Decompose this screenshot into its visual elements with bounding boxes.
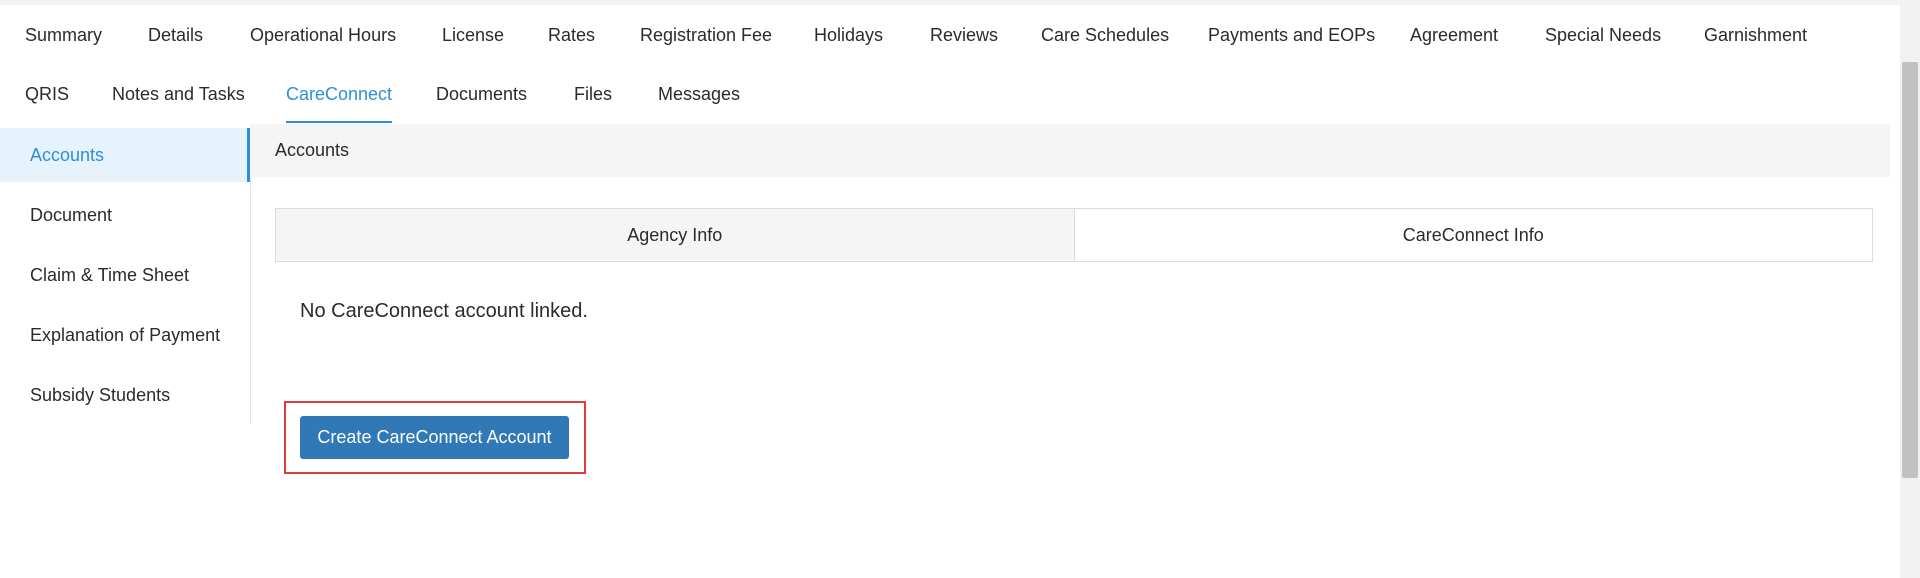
- tab-files[interactable]: Files: [574, 65, 612, 123]
- sidebar: Accounts Document Claim & Time Sheet Exp…: [0, 124, 251, 424]
- tab-rates[interactable]: Rates: [548, 6, 595, 64]
- tab-details[interactable]: Details: [148, 6, 203, 64]
- tab-reviews[interactable]: Reviews: [930, 6, 998, 64]
- scrollbar-thumb[interactable]: [1902, 62, 1918, 478]
- tab-special-needs[interactable]: Special Needs: [1545, 6, 1661, 64]
- tab-garnishment[interactable]: Garnishment: [1704, 6, 1807, 64]
- sidebar-item-claim-time-sheet[interactable]: Claim & Time Sheet: [0, 248, 250, 302]
- tab-messages[interactable]: Messages: [658, 65, 740, 123]
- tab-documents[interactable]: Documents: [436, 65, 527, 123]
- tab-payments-and-eops[interactable]: Payments and EOPs: [1208, 6, 1375, 64]
- tab-bar-row-1: Summary Details Operational Hours Licens…: [0, 6, 1890, 64]
- tab-operational-hours[interactable]: Operational Hours: [250, 6, 396, 64]
- tab-notes-and-tasks[interactable]: Notes and Tasks: [112, 65, 245, 123]
- create-careconnect-account-button[interactable]: Create CareConnect Account: [300, 416, 569, 459]
- sub-tab-bar: Agency Info CareConnect Info: [275, 208, 1873, 262]
- tab-bar-row-2: QRIS Notes and Tasks CareConnect Documen…: [0, 65, 1890, 123]
- tab-registration-fee[interactable]: Registration Fee: [640, 6, 772, 64]
- sidebar-item-subsidy-students[interactable]: Subsidy Students: [0, 368, 250, 422]
- tab-qris[interactable]: QRIS: [25, 65, 69, 123]
- sidebar-item-explanation-of-payment[interactable]: Explanation of Payment: [0, 308, 250, 362]
- sidebar-item-accounts[interactable]: Accounts: [0, 128, 250, 182]
- panel-title: Accounts: [275, 140, 350, 160]
- panel-header: Accounts: [250, 124, 1890, 177]
- tab-care-schedules[interactable]: Care Schedules: [1041, 6, 1169, 64]
- sub-tab-agency-info[interactable]: Agency Info: [276, 209, 1075, 261]
- tab-agreement[interactable]: Agreement: [1410, 6, 1498, 64]
- top-strip: [0, 0, 1920, 5]
- sidebar-item-document[interactable]: Document: [0, 188, 250, 242]
- tab-holidays[interactable]: Holidays: [814, 6, 883, 64]
- empty-state-message: No CareConnect account linked.: [300, 300, 588, 322]
- tab-license[interactable]: License: [442, 6, 504, 64]
- sub-tab-careconnect-info[interactable]: CareConnect Info: [1074, 209, 1872, 261]
- tab-careconnect[interactable]: CareConnect: [286, 65, 393, 123]
- tab-summary[interactable]: Summary: [25, 6, 102, 64]
